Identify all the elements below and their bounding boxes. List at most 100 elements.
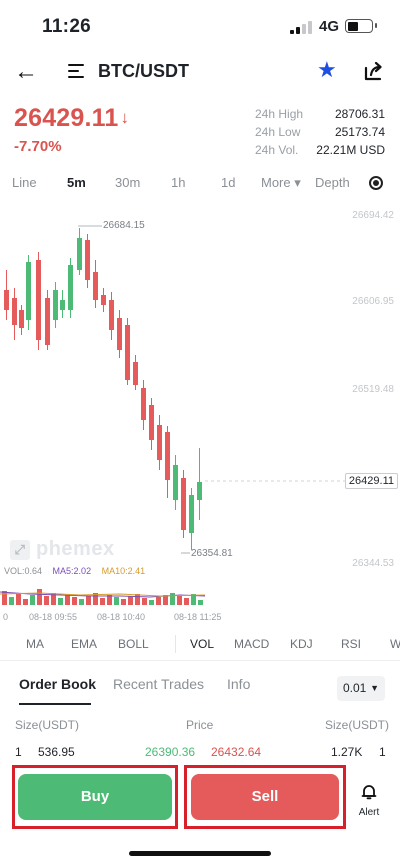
volume-bar: [2, 591, 7, 605]
volume-bar: [79, 599, 84, 605]
volume-bar: [170, 593, 175, 605]
bid-size-header: Size(USDT): [15, 718, 80, 732]
tab-recent-trades[interactable]: Recent Trades: [113, 676, 204, 692]
indicator-rsi[interactable]: RSI: [341, 637, 361, 651]
price-axis-label: 26606.95: [352, 296, 394, 307]
tab-info[interactable]: Info: [227, 676, 250, 692]
interval-30m[interactable]: 30m: [115, 175, 140, 190]
interval-line[interactable]: Line: [12, 175, 37, 190]
volume-bar: [30, 595, 35, 605]
battery-icon: [345, 19, 377, 33]
candle-body: [181, 478, 186, 530]
candle-body: [125, 325, 130, 380]
status-bar: 11:26 4G: [0, 0, 400, 52]
price-header: Price: [186, 718, 214, 732]
sell-highlight-box: Sell: [184, 765, 346, 829]
price-axis-label: 26519.48: [352, 384, 394, 395]
stat-24h-high: 24h High 28706.31: [255, 107, 385, 121]
candle-body: [12, 298, 17, 325]
candle-body: [133, 362, 138, 385]
interval-more[interactable]: More ▾: [261, 175, 301, 191]
24h-stats: 24h High 28706.31 24h Low 25173.74 24h Vol…: [255, 105, 385, 159]
chart-settings-icon[interactable]: [369, 176, 383, 190]
time-axis-label: 0: [3, 612, 9, 622]
interval-tabs: Line 5m 30m 1h 1d More ▾ Depth: [0, 175, 400, 195]
indicator-macd[interactable]: MACD: [234, 637, 269, 651]
volume-bar: [37, 589, 42, 605]
stat-24h-low: 24h Low 25173.74: [255, 125, 385, 139]
volume-bar: [44, 596, 49, 605]
candle-body: [117, 318, 122, 350]
volume-bar: [121, 599, 126, 605]
volume-bar: [72, 597, 77, 605]
volume-bar: [100, 598, 105, 605]
volume-bar: [198, 600, 203, 605]
price-change-percent: -7.70%: [14, 138, 62, 155]
sell-button[interactable]: Sell: [191, 774, 339, 820]
alert-label: Alert: [358, 807, 380, 818]
depth-tab[interactable]: Depth: [315, 175, 350, 190]
home-indicator: [129, 851, 271, 856]
pair-menu-icon[interactable]: [68, 63, 86, 79]
candle-body: [149, 405, 154, 440]
indicator-boll[interactable]: BOLL: [118, 637, 149, 651]
indicator-w[interactable]: W: [390, 637, 400, 651]
volume-bar: [184, 598, 189, 605]
time-axis-label: 08-18 09:55: [29, 612, 78, 622]
candle-body: [157, 425, 162, 460]
candle-body: [53, 290, 58, 320]
pair-title[interactable]: BTC/USDT: [98, 61, 189, 82]
ask-size-header: Size(USDT): [325, 718, 390, 732]
interval-1d[interactable]: 1d: [221, 175, 235, 190]
interval-5m[interactable]: 5m: [67, 175, 86, 190]
volume-bar: [23, 599, 28, 605]
volume-bar: [128, 596, 133, 605]
candle-body: [19, 310, 24, 328]
network-type: 4G: [319, 18, 340, 35]
precision-dropdown[interactable]: 0.01 ▼: [337, 676, 385, 701]
candle-body: [26, 262, 31, 320]
last-price: 26429.11 ↓: [14, 104, 130, 132]
cellular-signal-icon: [290, 20, 314, 34]
candle-body: [165, 432, 170, 480]
indicator-ma[interactable]: MA: [26, 637, 44, 651]
volume-bar: [114, 597, 119, 605]
volume-bar: [9, 597, 14, 605]
indicator-vol[interactable]: VOL: [190, 637, 214, 651]
candle-body: [45, 298, 50, 345]
bid-price[interactable]: 26390.36: [145, 745, 195, 759]
volume-bar: [65, 595, 70, 605]
candle-body: [60, 300, 65, 310]
section-divider: [0, 660, 400, 661]
volume-bar: [149, 600, 154, 605]
candle-body: [173, 465, 178, 500]
tab-order-book[interactable]: Order Book: [19, 676, 96, 692]
candle-body: [4, 290, 9, 310]
active-tab-underline: [19, 703, 91, 705]
share-icon[interactable]: [362, 60, 384, 82]
candle-body: [36, 260, 41, 340]
indicator-kdj[interactable]: KDJ: [290, 637, 313, 651]
interval-1h[interactable]: 1h: [171, 175, 185, 190]
volume-bar: [135, 594, 140, 605]
indicator-divider: [175, 635, 176, 653]
candle-body: [109, 300, 114, 330]
favorite-star-icon[interactable]: ★: [317, 57, 337, 83]
stat-24h-volume: 24h Vol. 22.21M USD: [255, 143, 385, 157]
candle-body: [68, 265, 73, 310]
high-price-marker: 26684.15: [103, 220, 145, 231]
alert-button[interactable]: Alert: [355, 784, 383, 818]
fullscreen-expand-icon[interactable]: ⤢: [10, 539, 30, 560]
volume-bar: [58, 598, 63, 605]
ask-price[interactable]: 26432.64: [211, 745, 261, 759]
volume-bar: [142, 598, 147, 605]
price-block: 26429.11 ↓ -7.70%: [14, 104, 129, 155]
indicator-ema[interactable]: EMA: [71, 637, 97, 651]
volume-legend: VOL:0.64 MA5:2.02 MA10:2.41: [4, 566, 153, 576]
candle-body: [141, 388, 146, 420]
buy-button[interactable]: Buy: [18, 774, 172, 820]
candle-body: [93, 272, 98, 300]
candlestick-chart[interactable]: 26694.42 26606.95 26519.48 26344.53 2642…: [0, 200, 400, 622]
back-arrow-icon[interactable]: ←: [14, 58, 38, 86]
ask-index: 1: [379, 745, 386, 759]
